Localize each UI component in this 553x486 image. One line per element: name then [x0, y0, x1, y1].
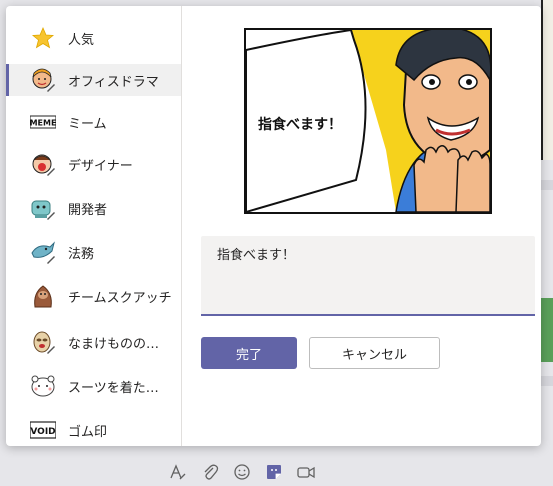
cancel-button[interactable]: キャンセル: [309, 337, 440, 369]
done-button[interactable]: 完了: [201, 337, 297, 369]
sloth-icon: [30, 329, 56, 355]
designer-icon: [30, 151, 56, 177]
emoji-icon[interactable]: [232, 462, 252, 482]
stamp-icon-text: VOID: [30, 427, 55, 437]
rubber-stamp-icon: VOID: [30, 417, 56, 443]
sticker-text-input[interactable]: 指食べます！: [201, 236, 535, 316]
team-squatch-icon: [30, 283, 56, 309]
meet-now-icon[interactable]: [296, 462, 316, 482]
office-drama-icon: [30, 67, 56, 93]
star-icon: [30, 25, 56, 51]
sidebar-item-team-squatch[interactable]: チームスクアッチ: [6, 280, 181, 312]
sidebar-item-designer[interactable]: デザイナー: [6, 148, 181, 180]
sidebar-item-label: ゴム印: [68, 424, 108, 440]
sticker-picker-popup: 人気 オフィスドラマ MEME ミーム デザイナー 開発者 法務 チームスクアッ…: [6, 6, 541, 446]
sidebar-item-label: 開発者: [68, 202, 108, 218]
sticker-preview: 指食べます！: [244, 28, 492, 214]
background-chat-image: [541, 0, 553, 160]
attach-icon[interactable]: [200, 462, 220, 482]
sidebar-item-suit[interactable]: スーツを着た…: [6, 370, 181, 402]
sticker-caption: 指食べます！: [258, 117, 342, 133]
sidebar-item-rubber-stamp[interactable]: VOID ゴム印: [6, 414, 181, 446]
background-divider: [541, 376, 553, 386]
background-chat-card: [539, 298, 553, 362]
developer-icon: [30, 195, 56, 221]
meme-icon: MEME: [30, 109, 56, 135]
sidebar-item-office-drama[interactable]: オフィスドラマ: [6, 64, 181, 96]
sidebar-item-label: なまけものの…: [68, 336, 160, 352]
sidebar-item-label: チームスクアッチ: [68, 290, 172, 306]
sidebar-item-label: 人気: [68, 32, 95, 48]
legal-icon: [30, 239, 56, 265]
sticker-category-sidebar: 人気 オフィスドラマ MEME ミーム デザイナー 開発者 法務 チームスクアッ…: [6, 6, 182, 446]
sidebar-item-label: スーツを着た…: [68, 380, 159, 396]
sidebar-item-label: ミーム: [68, 116, 107, 132]
sidebar-item-popular[interactable]: 人気: [6, 22, 181, 54]
sticker-icon[interactable]: [264, 462, 284, 482]
meme-icon-text: MEME: [30, 119, 56, 128]
sidebar-item-label: 法務: [68, 246, 95, 262]
sidebar-item-label: オフィスドラマ: [68, 74, 159, 90]
sidebar-item-sloth[interactable]: なまけものの…: [6, 326, 181, 358]
sidebar-item-legal[interactable]: 法務: [6, 236, 181, 268]
sidebar-item-developer[interactable]: 開発者: [6, 192, 181, 224]
format-icon[interactable]: [168, 462, 188, 482]
sidebar-item-label: デザイナー: [68, 158, 133, 174]
sidebar-item-meme[interactable]: MEME ミーム: [6, 106, 181, 138]
background-divider: [541, 180, 553, 190]
suit-icon: [30, 373, 56, 399]
